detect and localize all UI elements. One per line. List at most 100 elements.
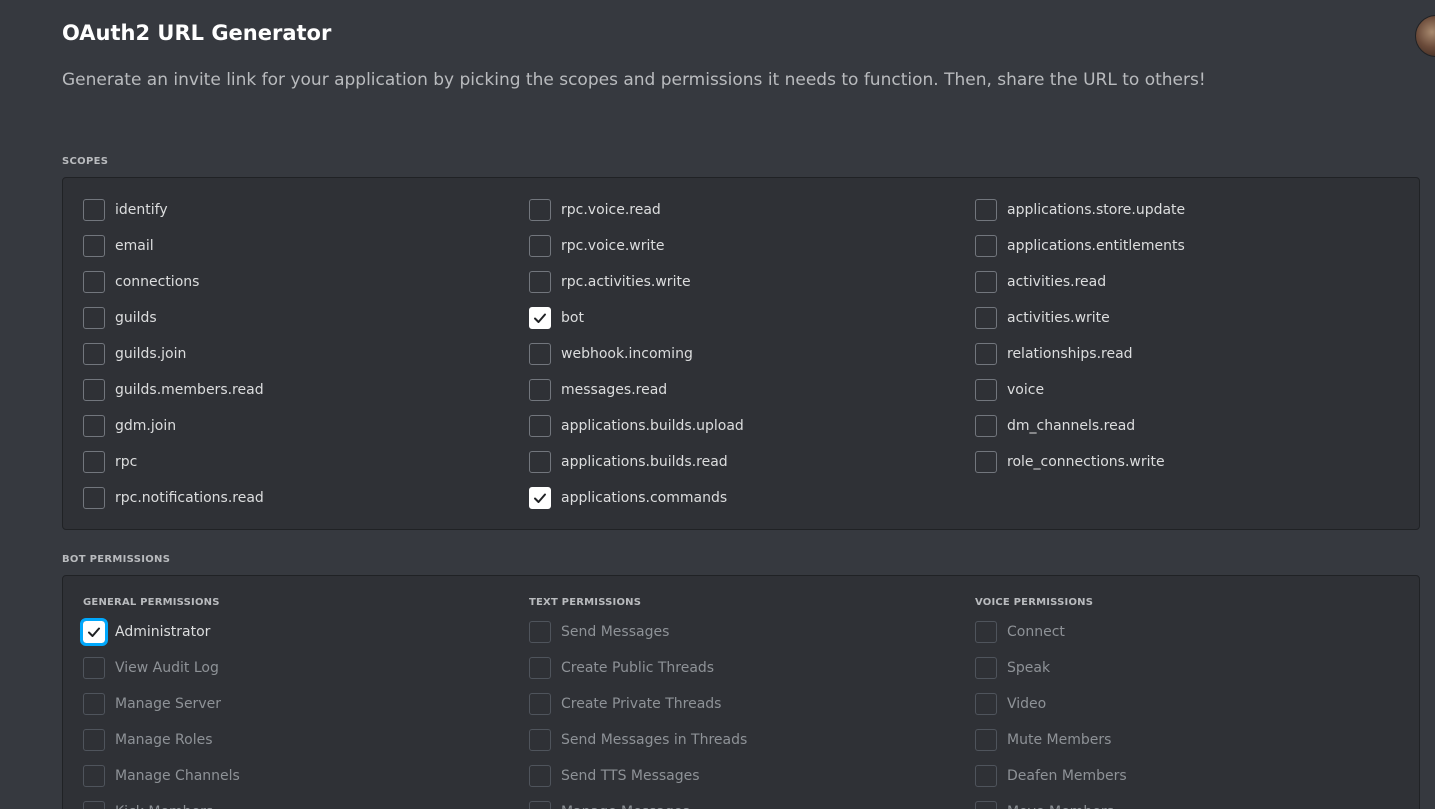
checkbox[interactable] xyxy=(975,801,997,809)
checkbox-item-manage-messages[interactable]: Manage Messages xyxy=(529,800,690,809)
checkbox[interactable] xyxy=(83,379,105,401)
checkbox-item-bot[interactable]: bot xyxy=(529,306,584,330)
checkbox[interactable] xyxy=(83,693,105,715)
checkbox-item-guilds[interactable]: guilds xyxy=(83,306,157,330)
checkbox-label: dm_channels.read xyxy=(1007,418,1136,434)
checkbox-item-view-audit-log[interactable]: View Audit Log xyxy=(83,656,219,680)
checkbox-item-activities-read[interactable]: activities.read xyxy=(975,270,1106,294)
checkbox-item-send-messages-in-threads[interactable]: Send Messages in Threads xyxy=(529,728,747,752)
checkbox[interactable] xyxy=(529,307,551,329)
checkbox[interactable] xyxy=(975,765,997,787)
checkbox-item-rpc-notifications-read[interactable]: rpc.notifications.read xyxy=(83,486,264,510)
checkbox[interactable] xyxy=(975,621,997,643)
checkbox-item-create-private-threads[interactable]: Create Private Threads xyxy=(529,692,721,716)
checkbox-item-rpc-voice-write[interactable]: rpc.voice.write xyxy=(529,234,665,258)
checkbox-item-identify[interactable]: identify xyxy=(83,198,168,222)
checkbox[interactable] xyxy=(529,379,551,401)
checkbox-label: guilds xyxy=(115,310,157,326)
checkbox-item-email[interactable]: email xyxy=(83,234,154,258)
checkbox-item-messages-read[interactable]: messages.read xyxy=(529,378,667,402)
checkbox-label: bot xyxy=(561,310,584,326)
checkbox[interactable] xyxy=(529,801,551,809)
checkbox[interactable] xyxy=(529,693,551,715)
checkbox-item-manage-server[interactable]: Manage Server xyxy=(83,692,221,716)
checkbox-label: Manage Channels xyxy=(115,768,240,784)
checkbox[interactable] xyxy=(83,199,105,221)
oauth2-url-generator-page: OAuth2 URL Generator Generate an invite … xyxy=(0,0,1435,809)
checkbox-item-activities-write[interactable]: activities.write xyxy=(975,306,1110,330)
checkbox[interactable] xyxy=(83,235,105,257)
checkbox[interactable] xyxy=(83,415,105,437)
checkbox-item-applications-builds-read[interactable]: applications.builds.read xyxy=(529,450,728,474)
checkbox[interactable] xyxy=(80,618,108,646)
checkbox[interactable] xyxy=(83,343,105,365)
checkbox[interactable] xyxy=(975,199,997,221)
checkbox[interactable] xyxy=(529,621,551,643)
checkbox[interactable] xyxy=(83,657,105,679)
checkbox[interactable] xyxy=(529,487,551,509)
checkbox-item-gdm-join[interactable]: gdm.join xyxy=(83,414,176,438)
checkbox-item-applications-store-update[interactable]: applications.store.update xyxy=(975,198,1185,222)
checkbox-label: Kick Members xyxy=(115,804,213,809)
checkbox-item-role-connections-write[interactable]: role_connections.write xyxy=(975,450,1165,474)
checkbox-item-send-tts-messages[interactable]: Send TTS Messages xyxy=(529,764,700,788)
checkbox-item-rpc-activities-write[interactable]: rpc.activities.write xyxy=(529,270,691,294)
checkbox-item-webhook-incoming[interactable]: webhook.incoming xyxy=(529,342,693,366)
checkbox-item-administrator[interactable]: Administrator xyxy=(80,618,210,646)
checkbox[interactable] xyxy=(529,451,551,473)
checkbox[interactable] xyxy=(83,729,105,751)
checkbox-item-voice[interactable]: voice xyxy=(975,378,1044,402)
checkbox-item-send-messages[interactable]: Send Messages xyxy=(529,620,669,644)
checkbox[interactable] xyxy=(529,729,551,751)
checkbox-label: connections xyxy=(115,274,200,290)
checkbox-item-deafen-members[interactable]: Deafen Members xyxy=(975,764,1127,788)
checkbox[interactable] xyxy=(83,765,105,787)
checkbox[interactable] xyxy=(83,487,105,509)
checkbox[interactable] xyxy=(529,657,551,679)
checkbox[interactable] xyxy=(83,451,105,473)
checkbox[interactable] xyxy=(529,765,551,787)
checkbox-item-rpc[interactable]: rpc xyxy=(83,450,137,474)
checkbox-item-speak[interactable]: Speak xyxy=(975,656,1050,680)
checkbox[interactable] xyxy=(529,271,551,293)
checkbox[interactable] xyxy=(975,379,997,401)
checkbox-item-relationships-read[interactable]: relationships.read xyxy=(975,342,1133,366)
checkbox[interactable] xyxy=(975,451,997,473)
checkbox[interactable] xyxy=(83,307,105,329)
checkbox-label: rpc xyxy=(115,454,138,470)
checkbox-item-rpc-voice-read[interactable]: rpc.voice.read xyxy=(529,198,661,222)
checkbox[interactable] xyxy=(975,271,997,293)
checkbox-label: Connect xyxy=(1007,624,1065,640)
checkbox[interactable] xyxy=(975,307,997,329)
checkbox-item-manage-channels[interactable]: Manage Channels xyxy=(83,764,240,788)
checkbox[interactable] xyxy=(975,657,997,679)
checkbox-item-kick-members[interactable]: Kick Members xyxy=(83,800,213,809)
checkbox[interactable] xyxy=(975,415,997,437)
checkbox-item-create-public-threads[interactable]: Create Public Threads xyxy=(529,656,714,680)
checkbox[interactable] xyxy=(529,235,551,257)
checkbox-item-guilds-members-read[interactable]: guilds.members.read xyxy=(83,378,264,402)
checkbox-item-mute-members[interactable]: Mute Members xyxy=(975,728,1111,752)
checkbox-label: activities.write xyxy=(1007,310,1110,326)
checkbox-item-connections[interactable]: connections xyxy=(83,270,199,294)
checkbox[interactable] xyxy=(83,271,105,293)
checkbox[interactable] xyxy=(529,415,551,437)
checkbox[interactable] xyxy=(529,199,551,221)
user-avatar-icon[interactable] xyxy=(1415,15,1435,57)
checkbox-item-video[interactable]: Video xyxy=(975,692,1046,716)
checkbox[interactable] xyxy=(975,729,997,751)
checkbox-item-move-members[interactable]: Move Members xyxy=(975,800,1114,809)
checkbox-item-guilds-join[interactable]: guilds.join xyxy=(83,342,186,366)
checkbox-item-applications-entitlements[interactable]: applications.entitlements xyxy=(975,234,1185,258)
checkbox[interactable] xyxy=(975,693,997,715)
checkbox[interactable] xyxy=(975,235,997,257)
checkbox[interactable] xyxy=(975,343,997,365)
checkbox-item-manage-roles[interactable]: Manage Roles xyxy=(83,728,213,752)
checkbox[interactable] xyxy=(83,801,105,809)
checkbox-label: messages.read xyxy=(561,382,668,398)
checkbox-item-applications-builds-upload[interactable]: applications.builds.upload xyxy=(529,414,744,438)
checkbox-item-dm-channels-read[interactable]: dm_channels.read xyxy=(975,414,1135,438)
checkbox-item-applications-commands[interactable]: applications.commands xyxy=(529,486,727,510)
checkbox-item-connect[interactable]: Connect xyxy=(975,620,1065,644)
checkbox[interactable] xyxy=(529,343,551,365)
